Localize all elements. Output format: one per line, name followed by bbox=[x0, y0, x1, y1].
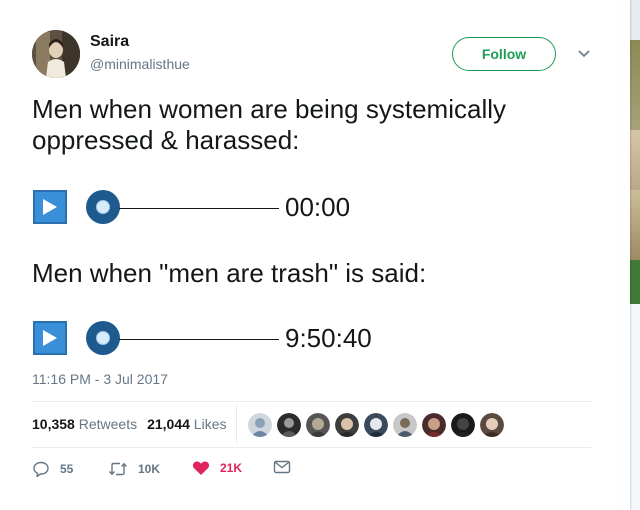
reply-icon bbox=[32, 460, 50, 478]
audio-player-meme: 9:50:40 bbox=[33, 318, 372, 358]
retweets-stat[interactable]: 10,358 Retweets bbox=[32, 416, 137, 432]
follow-button[interactable]: Follow bbox=[452, 37, 556, 71]
liker-avatar[interactable] bbox=[277, 413, 301, 437]
direct-message-button[interactable] bbox=[273, 460, 291, 474]
retweets-label: Retweets bbox=[78, 416, 138, 432]
liker-avatar[interactable] bbox=[393, 413, 417, 437]
tweet-stats: 10,358 Retweets 21,044 Likes bbox=[32, 416, 226, 432]
display-name[interactable]: Saira bbox=[90, 33, 129, 51]
retweet-count: 10K bbox=[138, 462, 161, 476]
divider bbox=[32, 447, 591, 448]
like-button[interactable]: 21K bbox=[192, 460, 242, 476]
divider bbox=[32, 401, 591, 402]
likes-label: Likes bbox=[193, 416, 227, 432]
likes-count: 21,044 bbox=[147, 416, 190, 432]
tweet-card-edge bbox=[624, 0, 630, 510]
seek-slider-track[interactable] bbox=[119, 208, 279, 209]
tweet-text-line: Men when women are being systemically bbox=[32, 94, 506, 124]
stats-separator bbox=[236, 404, 237, 444]
tweet-text-line: Men when "men are trash" is said: bbox=[32, 258, 427, 288]
seek-slider-knob[interactable] bbox=[86, 321, 120, 355]
envelope-icon bbox=[273, 460, 291, 474]
tweet-text-line: oppressed & harassed: bbox=[32, 125, 300, 155]
retweet-icon bbox=[108, 460, 128, 478]
like-count: 21K bbox=[220, 461, 243, 475]
play-icon[interactable] bbox=[33, 321, 67, 355]
player-time: 00:00 bbox=[285, 192, 351, 222]
heart-icon bbox=[192, 460, 210, 476]
play-icon[interactable] bbox=[33, 190, 67, 224]
audio-player-meme: 00:00 bbox=[33, 187, 350, 227]
liker-avatar[interactable] bbox=[480, 413, 504, 437]
user-handle[interactable]: @minimalisthue bbox=[90, 56, 190, 72]
likes-stat[interactable]: 21,044 Likes bbox=[147, 416, 226, 432]
liker-avatar[interactable] bbox=[335, 413, 359, 437]
player-time: 9:50:40 bbox=[285, 323, 372, 353]
reply-count: 55 bbox=[60, 462, 74, 476]
liker-avatars bbox=[248, 413, 509, 437]
seek-slider-track[interactable] bbox=[119, 339, 279, 340]
chevron-down-icon[interactable] bbox=[575, 45, 593, 63]
liker-avatar[interactable] bbox=[364, 413, 388, 437]
reply-button[interactable]: 55 bbox=[32, 460, 73, 478]
liker-avatar[interactable] bbox=[306, 413, 330, 437]
seek-slider-knob[interactable] bbox=[86, 190, 120, 224]
liker-avatar[interactable] bbox=[451, 413, 475, 437]
tweet-timestamp[interactable]: 11:16 PM - 3 Jul 2017 bbox=[32, 371, 168, 387]
retweet-button[interactable]: 10K bbox=[108, 460, 160, 478]
liker-avatar[interactable] bbox=[248, 413, 272, 437]
retweets-count: 10,358 bbox=[32, 416, 75, 432]
avatar[interactable] bbox=[32, 30, 80, 78]
liker-avatar[interactable] bbox=[422, 413, 446, 437]
